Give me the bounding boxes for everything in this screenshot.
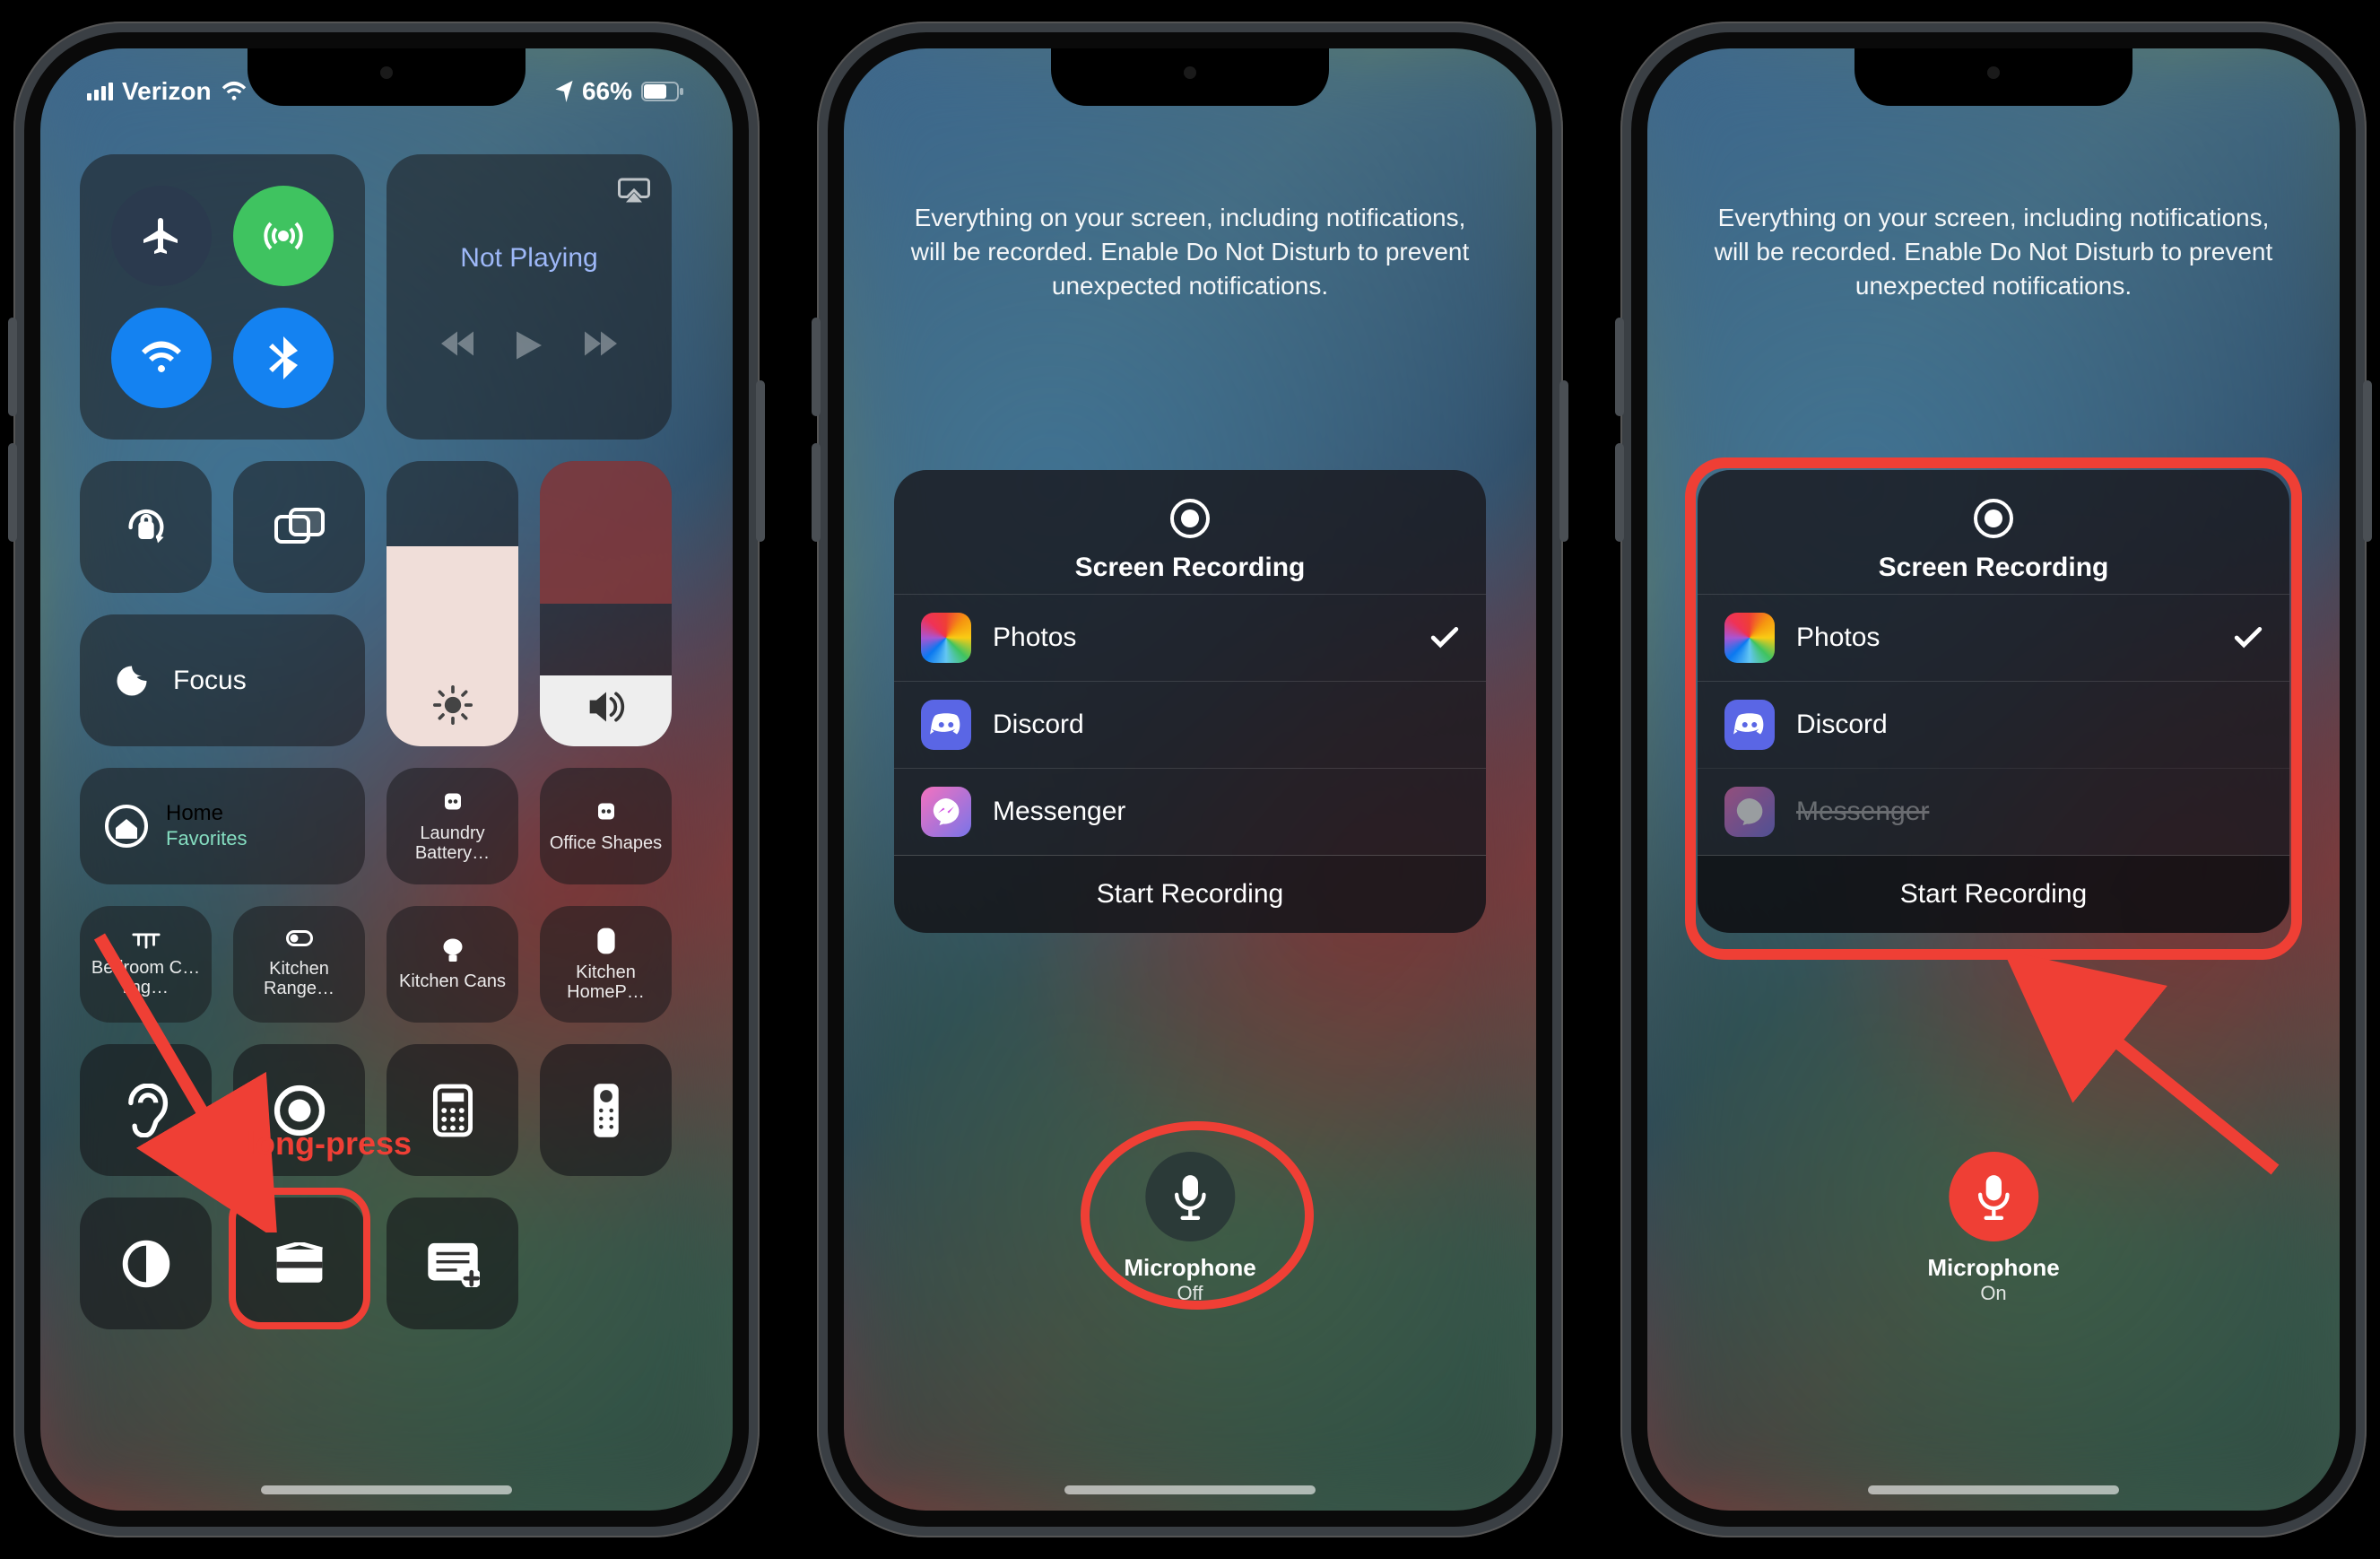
photos-app-icon	[921, 613, 971, 663]
app-option-photos[interactable]: Photos	[1698, 594, 2289, 681]
phone-frame-3: Everything on your screen, including not…	[1620, 22, 2367, 1537]
start-recording-button[interactable]: Start Recording	[1698, 855, 2289, 933]
shortcut-cans[interactable]: Kitchen Cans	[387, 906, 518, 1023]
hearing-button[interactable]	[80, 1044, 212, 1176]
brightness-slider[interactable]	[387, 461, 518, 746]
bluetooth-button[interactable]	[233, 308, 334, 408]
notes-button[interactable]	[387, 1198, 518, 1329]
plug-icon	[593, 799, 620, 826]
battery-percent: 66%	[582, 77, 632, 106]
notch	[248, 48, 526, 106]
next-track-icon[interactable]	[585, 331, 617, 356]
notch	[1854, 48, 2132, 106]
focus-button[interactable]: Focus	[80, 614, 365, 746]
media-controls[interactable]	[441, 331, 617, 360]
cellular-data-button[interactable]	[233, 186, 334, 286]
record-icon	[1972, 497, 2015, 540]
wallet-button[interactable]	[233, 1198, 365, 1329]
bulb-icon	[440, 937, 465, 964]
fan-icon	[131, 931, 161, 951]
microphone-toggle-button[interactable]	[1949, 1152, 2038, 1241]
recording-panel: Screen Recording Photos Discord	[1698, 470, 2289, 933]
app-option-discord[interactable]: Discord	[894, 681, 1486, 768]
recording-disclaimer: Everything on your screen, including not…	[898, 201, 1482, 302]
microphone-label: Microphone	[1927, 1254, 2059, 1282]
microphone-state: Off	[1124, 1282, 1255, 1305]
microphone-icon	[1976, 1173, 2011, 1220]
app-option-photos[interactable]: Photos	[894, 594, 1486, 681]
volume-slider[interactable]	[540, 461, 672, 746]
dark-mode-button[interactable]	[80, 1198, 212, 1329]
plug-icon	[439, 789, 466, 816]
discord-app-icon	[1724, 700, 1775, 750]
airplane-mode-button[interactable]	[111, 186, 212, 286]
recording-title: Screen Recording	[894, 553, 1486, 583]
orientation-lock-button[interactable]	[80, 461, 212, 593]
screen-recording-mic-on: Everything on your screen, including not…	[1647, 48, 2340, 1511]
notch	[1051, 48, 1329, 106]
media-title: Not Playing	[460, 243, 597, 274]
start-recording-button[interactable]: Start Recording	[894, 855, 1486, 933]
microphone-icon	[1172, 1173, 1208, 1220]
focus-label: Focus	[173, 666, 247, 696]
screen-mirroring-button[interactable]	[233, 461, 365, 593]
location-icon	[555, 81, 573, 102]
shortcut-range[interactable]: Kitchen Range…	[233, 906, 365, 1023]
recording-panel: Screen Recording Photos Discord	[894, 470, 1486, 933]
microphone-state: On	[1927, 1282, 2059, 1305]
app-option-discord[interactable]: Discord	[1698, 681, 2289, 768]
wifi-button[interactable]	[111, 308, 212, 408]
remote-button[interactable]	[540, 1044, 672, 1176]
homepod-icon	[595, 927, 618, 955]
messenger-app-icon	[1724, 787, 1775, 837]
photos-app-icon	[1724, 613, 1775, 663]
carrier-label: Verizon	[122, 77, 212, 106]
shortcut-office[interactable]: Office Shapes	[540, 768, 672, 884]
airplay-icon[interactable]	[618, 176, 650, 205]
media-panel[interactable]: Not Playing	[387, 154, 672, 440]
recording-title: Screen Recording	[1698, 553, 2289, 583]
cellular-signal-icon	[87, 83, 113, 100]
checkmark-icon	[2234, 625, 2263, 650]
home-indicator[interactable]	[1064, 1485, 1316, 1494]
brightness-icon	[433, 685, 473, 725]
calculator-button[interactable]	[387, 1044, 518, 1176]
home-indicator[interactable]	[1868, 1485, 2119, 1494]
battery-icon	[641, 81, 686, 102]
wifi-icon	[221, 81, 248, 102]
record-icon	[1168, 497, 1212, 540]
home-indicator[interactable]	[261, 1485, 512, 1494]
recording-disclaimer: Everything on your screen, including not…	[1701, 201, 2286, 302]
app-option-messenger[interactable]: Messenger	[1698, 768, 2289, 855]
connectivity-panel[interactable]	[80, 154, 365, 440]
home-label: Home	[166, 801, 247, 827]
phone-frame-2: Everything on your screen, including not…	[817, 22, 1563, 1537]
shortcut-homepod[interactable]: Kitchen HomeP…	[540, 906, 672, 1023]
home-icon	[105, 805, 148, 848]
screen-control-center: Verizon 66%	[40, 48, 733, 1511]
screen-recording-button[interactable]	[233, 1044, 365, 1176]
microphone-label: Microphone	[1124, 1254, 1255, 1282]
checkmark-icon	[1430, 625, 1459, 650]
home-tile[interactable]: Home Favorites	[80, 768, 365, 884]
home-sublabel: Favorites	[166, 827, 247, 850]
discord-app-icon	[921, 700, 971, 750]
messenger-app-icon	[921, 787, 971, 837]
microphone-toggle-button[interactable]	[1145, 1152, 1235, 1241]
switch-icon	[286, 930, 313, 952]
screen-recording-mic-off: Everything on your screen, including not…	[844, 48, 1536, 1511]
shortcut-laundry[interactable]: Laundry Battery…	[387, 768, 518, 884]
play-icon[interactable]	[517, 331, 542, 360]
phone-frame-1: Verizon 66%	[13, 22, 760, 1537]
shortcut-bedroom[interactable]: Bedroom C…ling…	[80, 906, 212, 1023]
volume-icon	[586, 689, 626, 725]
prev-track-icon[interactable]	[441, 331, 473, 356]
app-option-messenger[interactable]: Messenger	[894, 768, 1486, 855]
